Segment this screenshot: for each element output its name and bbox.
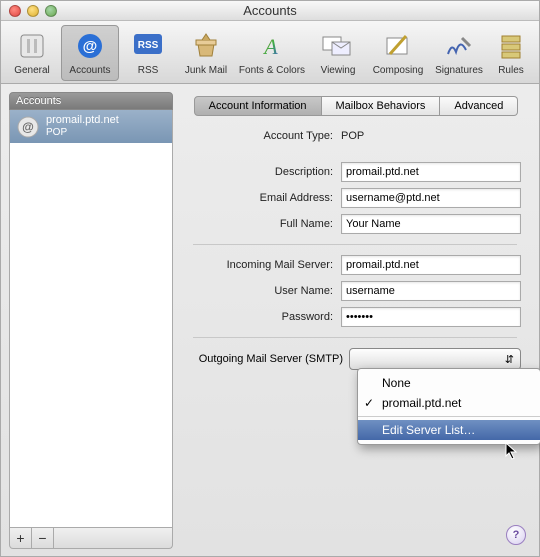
email-input[interactable] bbox=[341, 188, 521, 208]
sidebar-footer: + − bbox=[9, 528, 173, 549]
svg-text:A: A bbox=[262, 34, 278, 59]
main-panel: Account Information Mailbox Behaviors Ad… bbox=[181, 92, 531, 549]
tab-account-info[interactable]: Account Information bbox=[194, 96, 322, 116]
username-input[interactable] bbox=[341, 281, 521, 301]
toolbar-rules[interactable]: Rules bbox=[489, 25, 533, 81]
accounts-list[interactable]: @ promail.ptd.net POP bbox=[9, 110, 173, 528]
toolbar-label: General bbox=[14, 65, 50, 76]
tabs: Account Information Mailbox Behaviors Ad… bbox=[181, 96, 531, 116]
toolbar-general[interactable]: General bbox=[3, 25, 61, 81]
incoming-input[interactable] bbox=[341, 255, 521, 275]
incoming-label: Incoming Mail Server: bbox=[189, 259, 341, 271]
toolbar-label: Rules bbox=[498, 65, 524, 76]
titlebar: Accounts bbox=[1, 1, 539, 21]
remove-account-button[interactable]: − bbox=[32, 528, 54, 548]
email-label: Email Address: bbox=[189, 192, 341, 204]
svg-text:RSS: RSS bbox=[138, 40, 159, 51]
username-label: User Name: bbox=[189, 285, 341, 297]
tab-mailbox-behaviors[interactable]: Mailbox Behaviors bbox=[322, 96, 441, 116]
general-icon bbox=[15, 31, 49, 61]
toolbar-label: Signatures bbox=[435, 65, 483, 76]
smtp-label: Outgoing Mail Server (SMTP) bbox=[189, 353, 349, 365]
fonts-icon: A bbox=[255, 31, 289, 61]
account-name: promail.ptd.net bbox=[46, 114, 119, 127]
fullname-label: Full Name: bbox=[189, 218, 341, 230]
prefs-toolbar: General @ Accounts RSS RSS Junk Mail A F… bbox=[1, 21, 539, 84]
password-label: Password: bbox=[189, 311, 341, 323]
toolbar-viewing[interactable]: Viewing bbox=[309, 25, 367, 81]
rules-icon bbox=[494, 31, 528, 61]
chevron-updown-icon: ⇵ bbox=[505, 353, 514, 366]
help-button[interactable]: ? bbox=[506, 525, 526, 545]
sidebar-header: Accounts bbox=[9, 92, 173, 110]
toolbar-rss[interactable]: RSS RSS bbox=[119, 25, 177, 81]
smtp-select[interactable]: ⇵ bbox=[349, 348, 521, 370]
svg-text:@: @ bbox=[83, 38, 98, 55]
separator bbox=[193, 337, 517, 338]
account-form: Account Type: POP Description: Email Add… bbox=[181, 126, 531, 370]
check-icon: ✓ bbox=[364, 396, 374, 410]
toolbar-label: Viewing bbox=[321, 65, 356, 76]
toolbar-label: Junk Mail bbox=[185, 65, 227, 76]
junk-icon bbox=[189, 31, 223, 61]
composing-icon bbox=[381, 31, 415, 61]
toolbar-junk[interactable]: Junk Mail bbox=[177, 25, 235, 81]
signatures-icon bbox=[442, 31, 476, 61]
account-type-label: Account Type: bbox=[189, 130, 341, 142]
toolbar-label: Accounts bbox=[69, 65, 110, 76]
separator bbox=[193, 244, 517, 245]
menu-item-none[interactable]: None bbox=[358, 373, 540, 393]
toolbar-signatures[interactable]: Signatures bbox=[429, 25, 489, 81]
viewing-icon bbox=[321, 31, 355, 61]
toolbar-fonts[interactable]: A Fonts & Colors bbox=[235, 25, 309, 81]
add-account-button[interactable]: + bbox=[10, 528, 32, 548]
menu-separator bbox=[358, 416, 540, 417]
at-icon: @ bbox=[16, 115, 40, 139]
tab-advanced[interactable]: Advanced bbox=[440, 96, 518, 116]
fullname-input[interactable] bbox=[341, 214, 521, 234]
accounts-icon: @ bbox=[73, 31, 107, 61]
content-area: Accounts @ promail.ptd.net POP + − bbox=[1, 84, 539, 557]
password-input[interactable] bbox=[341, 307, 521, 327]
toolbar-label: Fonts & Colors bbox=[239, 65, 305, 76]
smtp-popup-menu: None ✓ promail.ptd.net Edit Server List… bbox=[357, 368, 540, 445]
account-item[interactable]: @ promail.ptd.net POP bbox=[10, 110, 172, 143]
preferences-window: Accounts General @ Accounts RSS RSS Junk… bbox=[0, 0, 540, 557]
account-type-value: POP bbox=[341, 130, 521, 142]
cursor-icon bbox=[505, 442, 519, 463]
account-type: POP bbox=[46, 127, 119, 139]
toolbar-composing[interactable]: Composing bbox=[367, 25, 429, 81]
rss-icon: RSS bbox=[131, 31, 165, 61]
accounts-sidebar: Accounts @ promail.ptd.net POP + − bbox=[9, 92, 173, 549]
svg-text:@: @ bbox=[22, 120, 34, 134]
account-labels: promail.ptd.net POP bbox=[46, 114, 119, 139]
window-title: Accounts bbox=[1, 3, 539, 18]
menu-item-edit-server-list[interactable]: Edit Server List… bbox=[358, 420, 540, 440]
description-input[interactable] bbox=[341, 162, 521, 182]
toolbar-label: Composing bbox=[373, 65, 424, 76]
description-label: Description: bbox=[189, 166, 341, 178]
toolbar-accounts[interactable]: @ Accounts bbox=[61, 25, 119, 81]
toolbar-label: RSS bbox=[138, 65, 159, 76]
menu-item-promail[interactable]: ✓ promail.ptd.net bbox=[358, 393, 540, 413]
